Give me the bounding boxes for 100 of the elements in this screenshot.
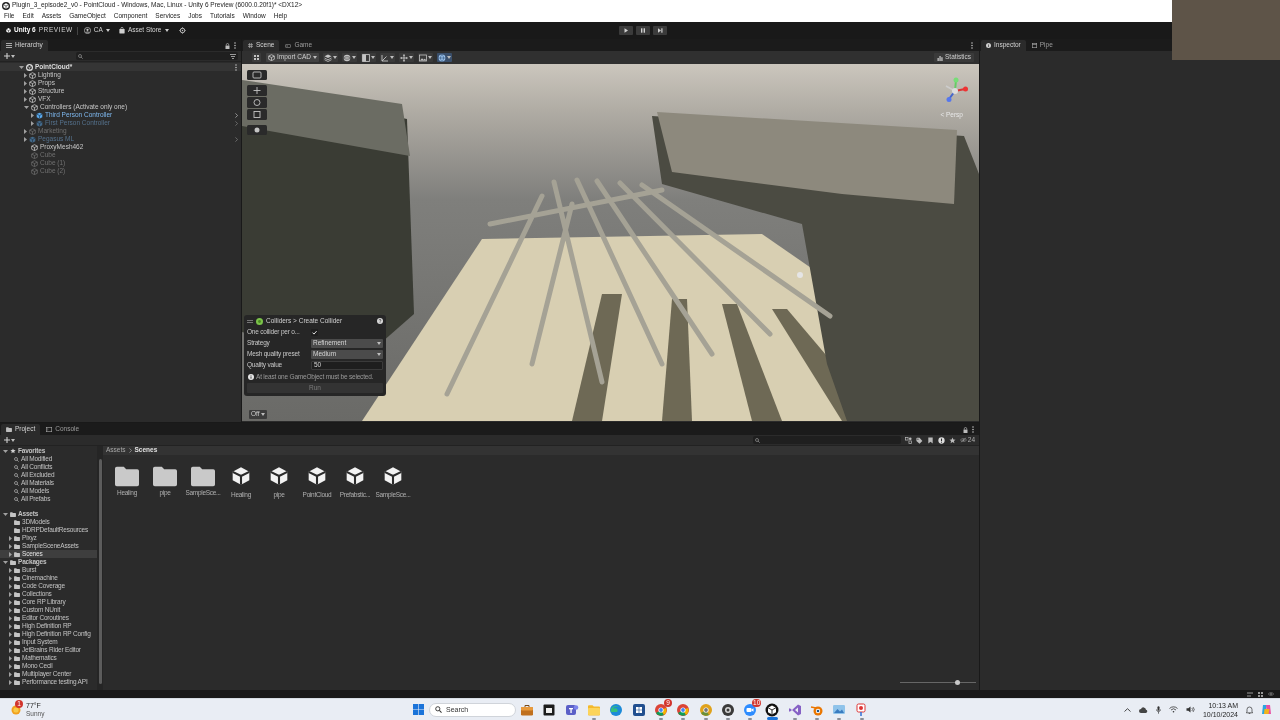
tree-arrow-icon[interactable] <box>3 449 8 453</box>
tree-arrow-icon[interactable] <box>9 535 12 541</box>
view-option-dropdown[interactable] <box>341 53 357 62</box>
speaker-icon[interactable] <box>1185 706 1195 713</box>
help-icon[interactable] <box>377 318 383 324</box>
grid-tile-icon[interactable] <box>631 702 646 717</box>
weather-sun-icon[interactable] <box>10 703 22 716</box>
tree-arrow-icon[interactable] <box>9 543 12 549</box>
tree-arrow-icon[interactable] <box>24 88 27 94</box>
windows-logo-icon[interactable] <box>412 704 424 715</box>
folder-icon <box>14 647 20 653</box>
eye-slash-icon[interactable] <box>959 437 967 443</box>
view-tool-icon[interactable] <box>247 70 267 80</box>
app-tile-icon[interactable] <box>564 702 579 717</box>
tree-arrow-icon[interactable] <box>9 647 12 653</box>
bell-icon[interactable] <box>1246 705 1253 714</box>
dot-tool-icon[interactable] <box>247 125 267 135</box>
cloud-icon[interactable] <box>1138 706 1148 713</box>
tree-arrow-icon[interactable] <box>24 80 27 86</box>
drag-handle-icon <box>247 319 253 323</box>
rotate-tool-icon[interactable] <box>247 97 267 108</box>
tree-arrow-icon[interactable] <box>24 96 27 102</box>
caret-down-icon <box>446 56 451 59</box>
tree-arrow-icon[interactable] <box>3 512 8 516</box>
tree-arrow-icon[interactable] <box>9 655 12 661</box>
grid-icon[interactable] <box>1258 691 1263 697</box>
tree-arrow-icon[interactable] <box>9 623 12 629</box>
progress-bars-icon[interactable] <box>1247 691 1253 697</box>
tree-arrow-icon[interactable] <box>9 671 12 677</box>
folder-icon[interactable] <box>190 465 216 487</box>
tree-arrow-icon[interactable] <box>9 639 12 645</box>
filter-list-icon[interactable] <box>230 53 236 59</box>
chevron-right-icon[interactable] <box>235 136 238 142</box>
view-option-dropdown[interactable] <box>417 53 433 62</box>
lock-icon[interactable] <box>963 426 968 433</box>
pin-tool-icon[interactable] <box>854 702 869 717</box>
tree-arrow-icon[interactable] <box>9 631 12 637</box>
star-icon[interactable] <box>948 436 956 444</box>
alert-circle-icon[interactable] <box>937 436 945 444</box>
add-button[interactable] <box>4 436 15 444</box>
vertical-scrollbar[interactable] <box>97 446 103 690</box>
tree-arrow-icon[interactable] <box>31 112 34 118</box>
briefcase-icon[interactable] <box>520 702 535 717</box>
add-button[interactable] <box>4 52 15 60</box>
tree-arrow-icon[interactable] <box>9 607 12 613</box>
infinity-ribbon-icon[interactable] <box>787 702 802 717</box>
view-option-dropdown[interactable] <box>322 53 338 62</box>
tree-arrow-icon[interactable] <box>9 551 12 557</box>
filter-type-icon[interactable] <box>904 436 912 444</box>
search-field[interactable] <box>76 52 238 60</box>
browser-icon[interactable] <box>676 702 691 717</box>
icon-size-slider-track[interactable] <box>900 680 976 685</box>
search-field[interactable] <box>752 436 901 444</box>
tree-arrow-icon[interactable] <box>9 615 12 621</box>
view-option-dropdown[interactable] <box>360 53 376 62</box>
folder-icon <box>14 527 20 533</box>
chevron-up-icon[interactable] <box>1123 707 1131 712</box>
tree-arrow-icon[interactable] <box>9 679 12 685</box>
view-option-dropdown[interactable] <box>379 53 395 62</box>
label-tag-icon[interactable] <box>915 436 923 444</box>
caret-down-icon <box>427 56 432 59</box>
dark-window-icon[interactable] <box>542 702 557 717</box>
tree-arrow-icon[interactable] <box>24 105 29 109</box>
scale-tool-icon[interactable] <box>247 109 267 120</box>
tree-arrow-icon[interactable] <box>9 599 12 605</box>
tiles-logo-icon[interactable] <box>1261 704 1272 715</box>
step-button-icon[interactable] <box>652 26 667 35</box>
camera-circle-icon[interactable] <box>743 702 758 717</box>
wifi-icon[interactable] <box>1168 706 1178 713</box>
ring-icon[interactable] <box>720 702 735 717</box>
microphone-icon[interactable] <box>1155 705 1161 714</box>
view-option-dropdown[interactable] <box>398 53 414 62</box>
browser-icon[interactable] <box>653 702 668 717</box>
picture-icon[interactable] <box>832 702 847 717</box>
move-tool-icon[interactable] <box>247 85 267 96</box>
browser-icon[interactable] <box>698 702 713 717</box>
tree-arrow-icon[interactable] <box>9 567 12 573</box>
folder-icon[interactable] <box>152 465 178 487</box>
tree-arrow-icon[interactable] <box>9 575 12 581</box>
browser-swirl-icon[interactable] <box>609 702 624 717</box>
folder-icon <box>14 631 20 637</box>
play-button-icon[interactable] <box>618 26 633 35</box>
checkbox[interactable] <box>311 329 318 336</box>
lock-icon[interactable] <box>225 42 230 49</box>
cube-logo-icon[interactable] <box>765 702 780 717</box>
eye-icon[interactable] <box>1268 692 1274 696</box>
slider-thumb[interactable] <box>954 680 960 685</box>
view-option-dropdown[interactable] <box>436 53 452 62</box>
pause-button-icon[interactable] <box>635 26 650 35</box>
tree-arrow-icon[interactable] <box>19 65 24 69</box>
tree-arrow-icon[interactable] <box>24 72 27 78</box>
grid-icon[interactable] <box>252 53 261 62</box>
tree-arrow-icon[interactable] <box>3 560 8 564</box>
folder-icon <box>10 559 16 565</box>
tree-arrow-icon[interactable] <box>9 591 12 597</box>
tree-arrow-icon[interactable] <box>9 583 12 589</box>
settings-icon[interactable] <box>178 27 186 34</box>
folder-icon <box>14 679 20 685</box>
folder-icon[interactable] <box>114 465 140 487</box>
tree-arrow-icon[interactable] <box>9 663 12 669</box>
